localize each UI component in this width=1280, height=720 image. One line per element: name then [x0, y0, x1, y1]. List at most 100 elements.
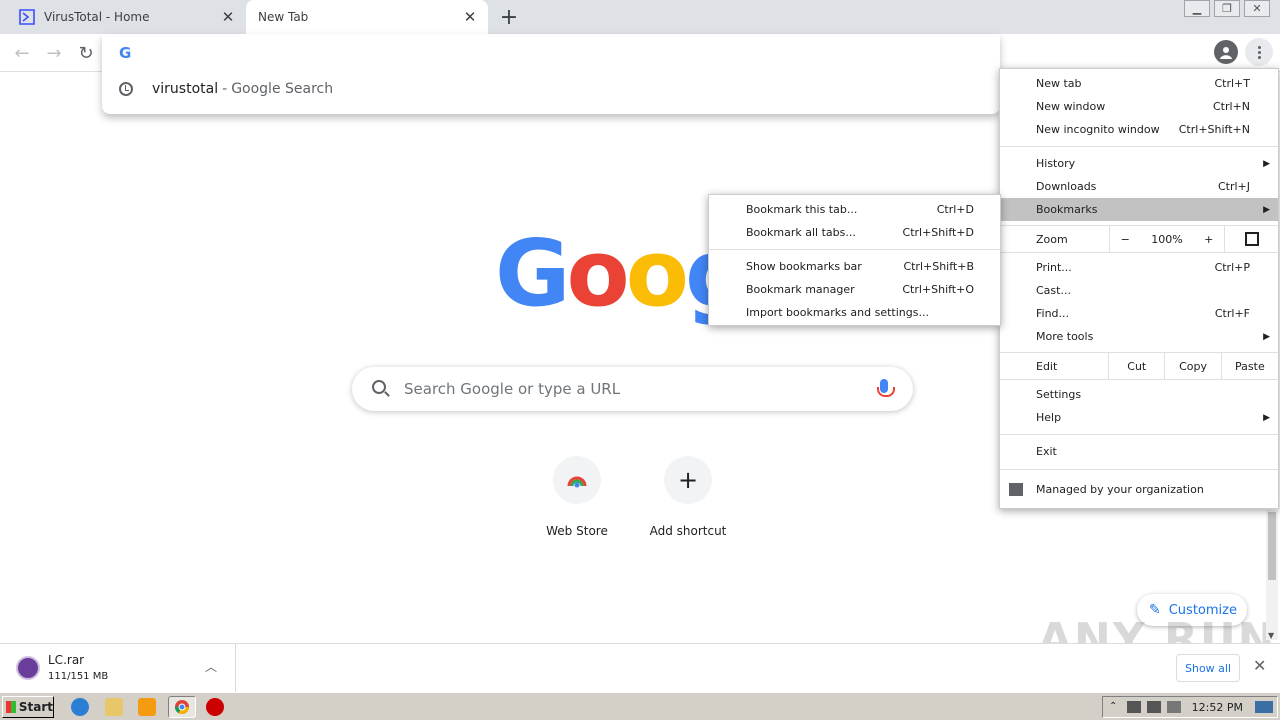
tray-arrow-icon[interactable]: ⌃: [1109, 701, 1123, 713]
bookmarks-submenu: Bookmark this tab... Ctrl+D Bookmark all …: [708, 194, 1001, 326]
menu-label: Bookmark this tab...: [746, 203, 858, 216]
submenu-item-import-bookmarks[interactable]: Import bookmarks and settings...: [709, 301, 1000, 324]
menu-separator: [1000, 146, 1278, 147]
show-all-button[interactable]: Show all: [1176, 654, 1240, 682]
clock: 12:52 PM: [1191, 700, 1243, 714]
shortcut-add[interactable]: + Add shortcut: [632, 456, 744, 538]
menu-label: Bookmarks: [1036, 203, 1098, 216]
menu-item-bookmarks[interactable]: Bookmarks ▶: [1000, 198, 1278, 221]
virustotal-icon: [18, 8, 36, 26]
reload-icon[interactable]: ↻: [73, 40, 99, 66]
menu-label: Bookmark manager: [746, 283, 855, 296]
forward-arrow-icon[interactable]: →: [41, 40, 67, 66]
scrollbar-thumb[interactable]: [1268, 512, 1276, 580]
menu-shortcut: Ctrl+N: [1212, 100, 1250, 113]
cut-button[interactable]: Cut: [1109, 353, 1166, 379]
submenu-item-bookmark-this-tab[interactable]: Bookmark this tab... Ctrl+D: [709, 198, 1000, 221]
close-download-bar-icon[interactable]: ✕: [1253, 656, 1266, 675]
submenu-item-bookmark-manager[interactable]: Bookmark manager Ctrl+Shift+O: [709, 278, 1000, 301]
menu-label: New tab: [1036, 77, 1082, 90]
folder-icon[interactable]: [105, 698, 123, 716]
menu-item-downloads[interactable]: Downloads Ctrl+J: [1000, 175, 1278, 198]
close-tab-icon[interactable]: ✕: [216, 5, 240, 29]
ie-icon[interactable]: [71, 698, 89, 716]
submenu-arrow-icon: ▶: [1263, 331, 1270, 342]
omnibox-suggestion[interactable]: virustotal - Google Search: [102, 74, 1000, 104]
media-player-icon[interactable]: [138, 698, 156, 716]
menu-separator: [1000, 469, 1278, 470]
menu-label: Exit: [1036, 445, 1057, 458]
menu-separator: [1000, 252, 1278, 253]
chevron-up-icon[interactable]: ︿: [205, 658, 217, 675]
scroll-down-arrow-icon[interactable]: ▼: [1268, 631, 1274, 640]
chrome-main-menu: New tab Ctrl+T New window Ctrl+N New incog…: [999, 68, 1279, 509]
menu-label: New incognito window: [1036, 123, 1160, 136]
tab-virustotal[interactable]: VirusTotal - Home ✕: [0, 0, 246, 34]
managed-label: Managed by your organization: [1036, 483, 1204, 496]
menu-separator: [709, 249, 1000, 250]
copy-button[interactable]: Copy: [1165, 353, 1222, 379]
paste-button[interactable]: Paste: [1222, 353, 1278, 379]
new-tab-plus-icon[interactable]: +: [497, 5, 521, 30]
window-controls: ▁ ❐ ✕: [1184, 0, 1270, 17]
menu-label: Bookmark all tabs...: [746, 226, 856, 239]
menu-item-new-incognito-window[interactable]: New incognito window Ctrl+Shift+N: [1000, 118, 1278, 141]
managed-by-org[interactable]: Managed by your organization: [1000, 477, 1278, 502]
logo-letter: o: [566, 220, 630, 327]
menu-item-history[interactable]: History ▶: [1000, 152, 1278, 175]
shortcut-web-store[interactable]: Web Store: [521, 456, 633, 538]
zoom-out-button[interactable]: −: [1121, 233, 1130, 246]
back-arrow-icon[interactable]: ←: [9, 40, 35, 66]
tab-new-tab[interactable]: New Tab ✕: [246, 0, 488, 34]
menu-label: More tools: [1036, 330, 1094, 343]
logo-letter: G: [495, 220, 570, 327]
menu-label: New window: [1036, 100, 1106, 113]
minimize-icon[interactable]: ▁: [1184, 0, 1210, 17]
chrome-menu-dots-icon[interactable]: [1245, 38, 1273, 66]
tab-title: VirusTotal - Home: [44, 10, 150, 24]
tab-title: New Tab: [258, 10, 309, 24]
edit-label: Edit: [1000, 353, 1110, 379]
submenu-arrow-icon: ▶: [1263, 204, 1270, 215]
menu-item-find[interactable]: Find... Ctrl+F: [1000, 302, 1278, 325]
menu-item-help[interactable]: Help ▶: [1000, 406, 1278, 429]
chrome-taskbar-button[interactable]: [168, 696, 196, 718]
zoom-in-button[interactable]: +: [1204, 233, 1213, 246]
fullscreen-icon[interactable]: [1225, 232, 1278, 246]
suggestion-source: Google Search: [231, 81, 334, 97]
menu-item-new-window[interactable]: New window Ctrl+N: [1000, 95, 1278, 118]
menu-item-cast[interactable]: Cast...: [1000, 279, 1278, 302]
zoom-label: Zoom: [1000, 226, 1110, 252]
menu-item-settings[interactable]: Settings: [1000, 383, 1278, 406]
menu-item-new-tab[interactable]: New tab Ctrl+T: [1000, 72, 1278, 95]
profile-avatar-icon[interactable]: [1214, 40, 1238, 64]
zoom-level: 100%: [1151, 232, 1183, 246]
restore-icon[interactable]: ❐: [1214, 0, 1240, 17]
download-item[interactable]: LC.rar 111/151 MB ︿: [0, 644, 236, 692]
suggestion-separator: -: [222, 81, 228, 97]
network-icon[interactable]: [1147, 701, 1161, 713]
scrollbar[interactable]: ▼: [1266, 510, 1278, 640]
search-icon: [372, 380, 386, 394]
shortcut-label: Web Store: [546, 524, 608, 538]
microphone-icon[interactable]: [877, 379, 895, 397]
submenu-item-bookmark-all-tabs[interactable]: Bookmark all tabs... Ctrl+Shift+D: [709, 221, 1000, 244]
submenu-item-show-bookmarks-bar[interactable]: Show bookmarks bar Ctrl+Shift+B: [709, 255, 1000, 278]
show-desktop-icon[interactable]: [1255, 701, 1273, 713]
volume-icon[interactable]: [1127, 701, 1141, 713]
menu-shortcut: Ctrl+P: [1214, 261, 1250, 274]
close-tab-icon[interactable]: ✕: [458, 5, 482, 29]
menu-label: Settings: [1036, 388, 1082, 401]
start-button[interactable]: Start: [2, 696, 54, 718]
menu-item-print[interactable]: Print... Ctrl+P: [1000, 256, 1278, 279]
system-tray: ⌃ 12:52 PM: [1102, 696, 1278, 718]
menu-item-more-tools[interactable]: More tools ▶: [1000, 325, 1278, 348]
menu-item-exit[interactable]: Exit: [1000, 440, 1278, 463]
window-close-icon[interactable]: ✕: [1244, 0, 1270, 17]
menu-shortcut: Ctrl+T: [1214, 77, 1250, 90]
add-shortcut-plus-icon: +: [664, 456, 712, 504]
omnibox-dropdown: G virustotal - Google Search: [102, 34, 1000, 114]
opera-icon[interactable]: [206, 698, 224, 716]
ntp-search-box[interactable]: Search Google or type a URL: [352, 367, 913, 411]
flag-icon[interactable]: [1167, 701, 1181, 713]
